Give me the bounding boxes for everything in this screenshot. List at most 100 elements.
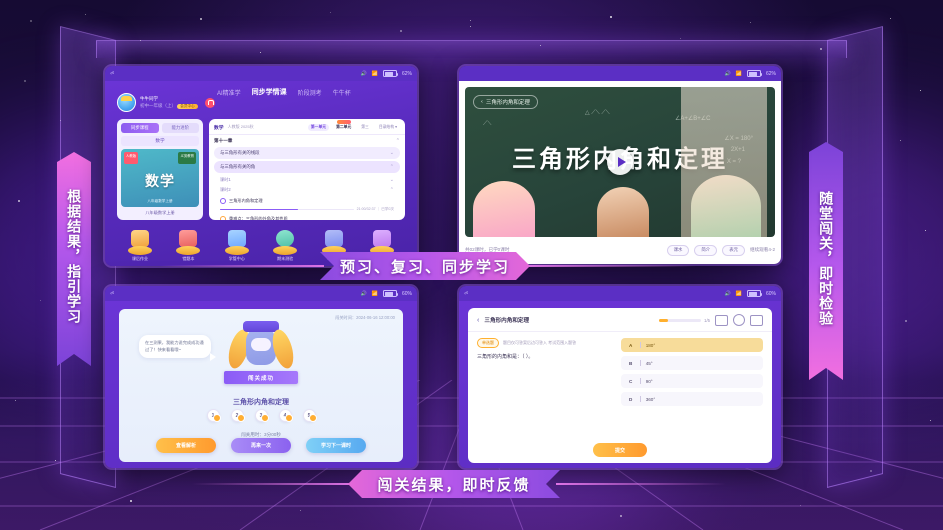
quiz-panel[interactable]: ⏎ 🔊 📶 60% ‹ 三角形内角和定理 1/5 单选题 题目仅可答案后边可答入… [459,286,781,468]
textbook-cover[interactable]: 人教版 义务教育 数学 八年级数学上册 [121,149,199,207]
lesson-group-1[interactable]: 课时1 ⌄ [214,176,400,184]
option-c[interactable]: C 90° [621,374,763,388]
fullscreen-icon[interactable] [750,314,763,326]
function-studycenter[interactable]: 学管中心 [216,229,258,262]
back-arrow-icon[interactable]: ⏎ [110,71,114,77]
volume-icon[interactable]: 🔊 [725,71,731,77]
volume-icon[interactable]: 🔊 [361,71,367,77]
course-list: 第十一章 ⌃ 与三角形有关的线段 ⌄ 与三角形有关的角 ⌃ 课时1 ⌄ 课时2 … [209,135,405,220]
notification-bell-icon[interactable] [204,97,215,108]
back-arrow-icon[interactable]: ⏎ [110,291,114,297]
function-wrongbook[interactable]: 错题本 [167,229,209,262]
battery-label: 62% [401,70,412,77]
nav-item-cup[interactable]: 牛牛杯 [333,88,351,97]
chevron-down-icon[interactable]: ⌄ [390,177,394,183]
avatar[interactable] [117,93,136,112]
course-app-panel[interactable]: ⏎ 🔊 📶 62% AI精准学 同步学情课 阶段测考 牛牛杯 牛牛同学 初中一年… [105,66,417,266]
question-dot[interactable]: 2 [230,409,245,422]
chevron-left-icon: ‹ [481,99,483,105]
quiz-progress-text: 1/5 [704,317,710,323]
profile-block[interactable]: 牛牛同学 初中一年级（上） 会员中心 [117,93,215,112]
option-key: C [629,378,633,384]
unit-pill-3[interactable]: 第三 [358,124,372,131]
option-d[interactable]: D 360° [621,392,763,406]
unit-pill-1[interactable]: 第一单元 [307,123,330,131]
member-badge[interactable]: 会员中心 [177,103,198,109]
tab-sync-course[interactable]: 同步课程 [121,123,159,133]
chevron-up-icon[interactable]: ⌃ [390,187,394,193]
video-continue-label[interactable]: 继续观看4-2 [750,247,775,253]
function-label: 期末测验 [277,256,294,261]
wifi-off-icon[interactable]: 📶 [736,71,742,77]
course-sidebar-tabs[interactable]: 同步课程 能力进阶 [121,123,199,133]
book-title: 数学 [145,173,175,189]
submit-button[interactable]: 提交 [593,443,647,457]
result-actions[interactable]: 查看解析 再来一次 学习下一课时 [119,438,403,453]
wifi-off-icon[interactable]: 📶 [372,291,378,297]
banner-line-top-right [526,265,696,267]
quiz-progress: 1/5 [659,318,710,323]
question-dot[interactable]: 5 [302,409,317,422]
list-view-toggle[interactable]: 目录结构 ▾ [376,123,400,131]
question-dot[interactable]: 1 [206,409,221,422]
lesson-item-1[interactable]: 三角形内角和定理 [214,197,400,205]
battery-label: 62% [765,70,776,77]
wifi-off-icon[interactable]: 📶 [736,291,742,297]
lesson-group-label: 课时2 [220,187,231,192]
video-back-label: 三角形内角和定理 [485,100,530,106]
view-analysis-button[interactable]: 查看解析 [156,438,216,453]
chevron-left-icon[interactable]: ‹ [477,317,479,324]
option-b[interactable]: B 45° [621,356,763,370]
video-stage[interactable]: ‹ 三角形内角和定理 ⟋⟍ △ ⟋⟍ ⟋⟍ ∠A+∠B+∠C ∠X = 180°… [465,87,775,237]
result-status-bar: ⏎ 🔊 📶 60% [105,286,417,301]
unit-pill-2[interactable]: 第二单元 [333,124,354,131]
function-homework[interactable]: 课后作业 [119,229,161,262]
chevron-up-icon[interactable]: ⌃ [390,164,394,170]
chevron-up-icon[interactable]: ⌃ [396,138,400,144]
chevron-down-icon[interactable]: ⌄ [390,150,394,156]
next-lesson-button[interactable]: 学习下一课时 [306,438,366,453]
retry-button[interactable]: 再来一次 [231,438,291,453]
banner-right-vertical: 随堂闯关，即时检验 [809,142,843,380]
course-status-bar: ⏎ 🔊 📶 62% [105,66,417,81]
function-exam[interactable]: 期末测验 [264,229,306,262]
lesson-group-2[interactable]: 课时2 ⌃ [214,186,400,194]
nav-item-ai[interactable]: AI精准学 [217,88,241,97]
video-pill-2[interactable]: 简介 [694,244,718,256]
section-row-2[interactable]: 与三角形有关的角 ⌃ [214,161,400,173]
list-meta: 人教版 2025秋 [227,124,254,129]
question-dot[interactable]: 4 [278,409,293,422]
quiz-card: ‹ 三角形内角和定理 1/5 单选题 题目仅可答案后边可答入 考试范围入题答 三… [468,308,772,463]
pen-icon[interactable] [733,314,745,326]
question-dot[interactable]: 3 [254,409,269,422]
result-panel[interactable]: ⏎ 🔊 📶 60% 闯关时间：2024-06-16 12:00:00 在三测果，… [105,286,417,468]
lesson-status-icon [220,197,226,204]
quiz-question-area: 单选题 题目仅可答案后边可答入 考试范围入题答 三角形的内角和是：（ ）。 [477,338,612,457]
section-row-1[interactable]: 与三角形有关的线段 ⌄ [214,146,400,159]
volume-icon[interactable]: 🔊 [725,291,731,297]
play-button[interactable] [607,149,633,175]
quiz-options[interactable]: A 180° B 45° C 90° D 360° [621,338,763,457]
volume-icon[interactable]: 🔊 [361,291,367,297]
lesson-item-2[interactable]: 重难点：三角形的外角及其性质 [214,215,400,220]
calculator-icon[interactable] [715,314,728,326]
subject-selector[interactable]: 数学 [121,136,199,146]
function-label: 学管中心 [228,256,245,261]
video-body: ‹ 三角形内角和定理 ⟋⟍ △ ⟋⟍ ⟋⟍ ∠A+∠B+∠C ∠X = 180°… [459,81,781,264]
wifi-off-icon[interactable]: 📶 [372,71,378,77]
back-arrow-icon[interactable]: ⏎ [464,291,468,297]
graduation-hat-icon [243,321,279,332]
banner-line-top-left [160,265,324,267]
video-pill-3[interactable]: 表元 [722,244,745,256]
option-a[interactable]: A 180° [621,338,763,352]
video-player-panel[interactable]: 🔊 📶 62% ‹ 三角形内角和定理 ⟋⟍ △ ⟋⟍ ⟋⟍ ∠A+∠B+∠C ∠… [459,66,781,264]
quiz-status-bar: ⏎ 🔊 📶 60% [459,286,781,301]
video-back-button[interactable]: ‹ 三角形内角和定理 [473,95,538,109]
tab-ability[interactable]: 能力进阶 [161,123,199,133]
nav-item-sync[interactable]: 同步学情课 [252,87,287,97]
result-body: 闯关时间：2024-06-16 12:00:00 在三测果，我能力说完成成功通过… [105,301,417,468]
nav-item-stage-test[interactable]: 阶段测考 [298,88,322,97]
chapter-title[interactable]: 第十一章 ⌃ [214,138,400,144]
video-pill-1[interactable]: 课水 [666,244,690,256]
question-result-dots[interactable]: 1 2 3 4 5 [119,409,403,422]
